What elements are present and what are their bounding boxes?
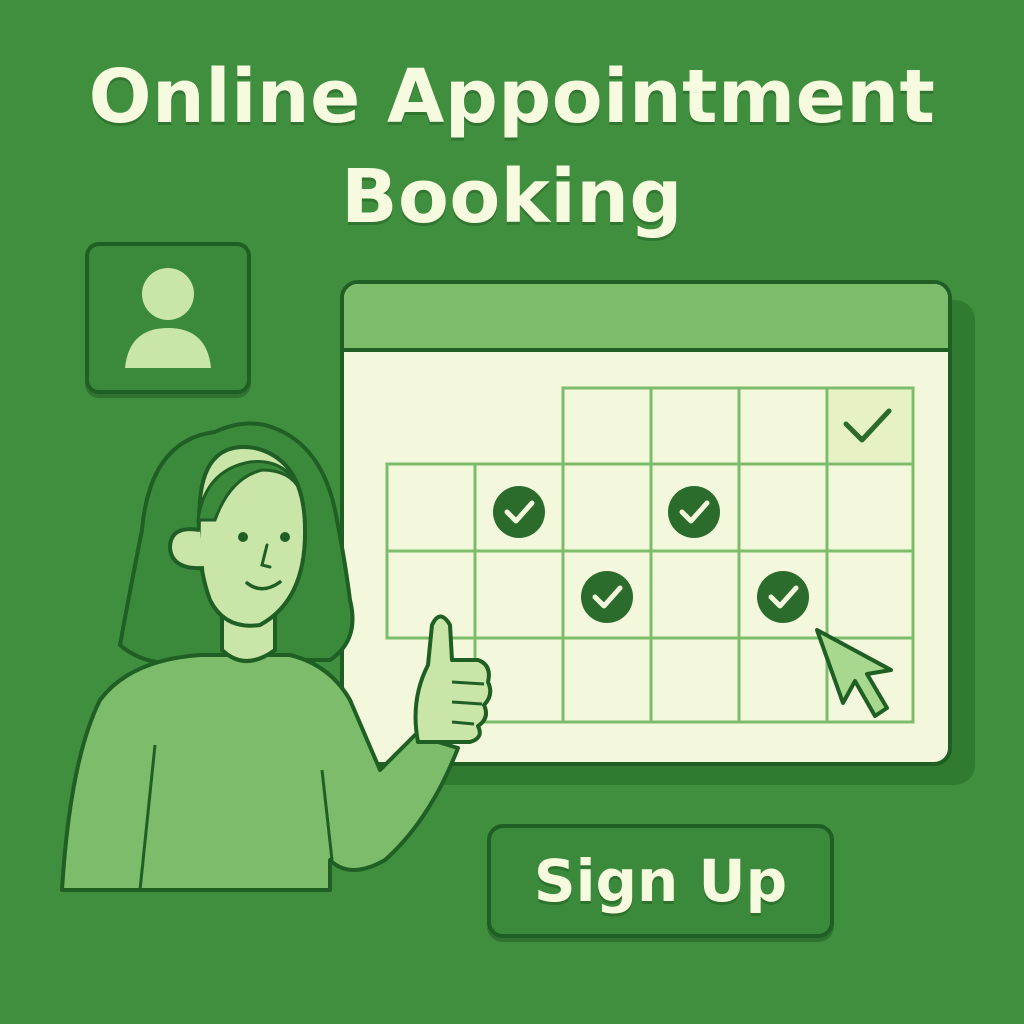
eye-left <box>238 532 248 542</box>
eye-right <box>280 532 290 542</box>
ear <box>167 527 205 571</box>
sign-up-button-label: Sign Up <box>533 847 788 915</box>
shirt <box>60 653 460 892</box>
sign-up-button[interactable]: Sign Up <box>487 824 834 938</box>
booking-illustration: Online Appointment Booking Sign Up <box>0 0 1024 1024</box>
